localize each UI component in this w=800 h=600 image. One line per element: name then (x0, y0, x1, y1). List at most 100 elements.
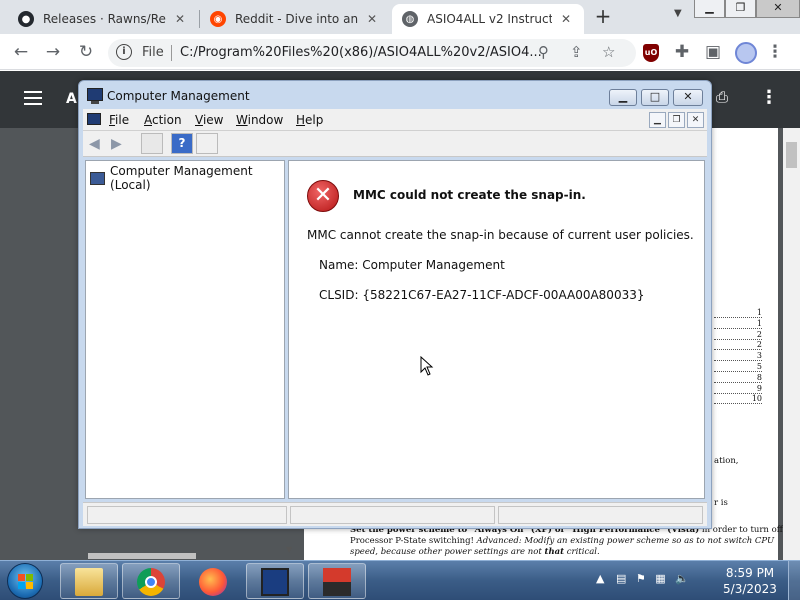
forward-arrow-icon[interactable]: ▶ (111, 136, 128, 152)
back-arrow-icon[interactable]: ◀ (89, 136, 106, 152)
address-bar[interactable]: i File C:/Program%20Files%20(x86)/ASIO4A… (108, 39, 636, 67)
console-icon[interactable] (87, 113, 101, 125)
pdf-bullet-line: Processor P-State switching! Advanced: M… (350, 536, 775, 546)
forward-icon[interactable]: → (42, 41, 64, 63)
url-text[interactable]: C:/Program%20Files%20(x86)/ASIO4ALL%20v2… (180, 45, 542, 60)
computer-management-window: Computer Management ▁ □ ✕ File Action Vi… (78, 80, 712, 529)
mmc-menu-bar: File Action View Window Help ▁ ❐ ✕ (83, 109, 707, 131)
mmc-title-bar[interactable]: Computer Management ▁ □ ✕ (79, 81, 711, 109)
mmc-status-bar (83, 502, 707, 526)
show-hide-console-tree-icon[interactable] (141, 133, 163, 154)
status-cell (290, 506, 495, 524)
system-tray: ▲ ▤ ⚑ ▦ 🔈 (596, 572, 689, 585)
taskbar-computer-management[interactable] (246, 563, 304, 599)
computer-icon (90, 171, 106, 185)
menu-icon[interactable] (24, 91, 42, 105)
mouse-cursor-icon (420, 356, 434, 376)
menu-action[interactable]: Action (144, 113, 182, 127)
screen: ● Releases · Rawns/Reddit ✕ ◉ Reddit - D… (0, 0, 800, 600)
network-icon[interactable]: ▦ (655, 572, 665, 585)
taskbar-firefox[interactable] (184, 563, 242, 599)
toc-entry: 9 (714, 384, 762, 394)
toc-entry: 5 (714, 362, 762, 372)
globe-icon: ◍ (402, 11, 418, 27)
toc-entry: 1 (714, 308, 762, 318)
volume-icon[interactable]: 🔈 (675, 572, 689, 585)
print-icon[interactable]: ⎙ (716, 88, 736, 106)
reload-icon[interactable]: ↻ (75, 41, 97, 63)
scrollbar-thumb[interactable] (786, 142, 797, 168)
show-hidden-icons-icon[interactable]: ▲ (596, 572, 604, 585)
menu-help[interactable]: Help (296, 113, 323, 127)
pdf-horizontal-scrollbar[interactable] (88, 553, 196, 559)
mmc-window-title: Computer Management (107, 89, 250, 103)
site-info-icon[interactable]: i (116, 44, 132, 60)
reddit-icon: ◉ (210, 11, 226, 27)
firefox-icon (199, 568, 227, 596)
taskbar-image-viewer[interactable] (308, 563, 366, 599)
pdf-text-fragment: ation, (714, 456, 739, 466)
extensions-icon[interactable]: ✚ (671, 41, 693, 63)
mmc-toolbar: ◀ ▶ ? (83, 131, 707, 157)
close-tab-icon[interactable]: ✕ (558, 12, 574, 26)
mmc-minimize-button[interactable]: ▁ (609, 89, 637, 106)
pdf-bullet-line: speed, because other power settings are … (350, 547, 600, 557)
taskbar-clock[interactable]: 8:59 PM 5/3/2023 (718, 565, 782, 597)
tab-search-chevron-icon[interactable]: ▼ (674, 8, 682, 19)
scroll-down-arrow-icon[interactable]: ▼ (286, 545, 292, 554)
menu-window[interactable]: Window (236, 113, 283, 127)
windows-logo-icon (18, 574, 33, 589)
child-restore-button[interactable]: ❐ (668, 112, 685, 128)
menu-file[interactable]: File (109, 113, 129, 127)
restore-button[interactable]: ❐ (725, 0, 756, 18)
close-tab-icon[interactable]: ✕ (172, 12, 188, 26)
child-minimize-button[interactable]: ▁ (649, 112, 666, 128)
toc-entry: 8 (714, 373, 762, 383)
tab-asio4all[interactable]: ◍ ASIO4ALL v2 Instruction ✕ (392, 4, 584, 34)
pdf-text-fragment: r is (714, 498, 728, 508)
chrome-icon (137, 568, 165, 596)
help-icon[interactable]: ? (171, 133, 193, 154)
tab-reddit[interactable]: ◉ Reddit - Dive into anything ✕ (200, 4, 390, 34)
new-tab-button[interactable]: + (592, 6, 614, 28)
close-window-button[interactable]: ✕ (756, 0, 800, 18)
clock-date: 5/3/2023 (723, 582, 777, 596)
tab-releases[interactable]: ● Releases · Rawns/Reddit ✕ (8, 4, 198, 34)
toc-entry: 3 (714, 351, 762, 361)
more-options-icon[interactable]: ⋮ (760, 87, 778, 108)
scheme-label: File (142, 45, 164, 60)
show-desktop-button[interactable] (788, 561, 800, 600)
share-icon[interactable]: ⇪ (570, 43, 583, 61)
snapin-clsid: CLSID: {58221C67-EA27-11CF-ADCF-00AA00A8… (319, 288, 645, 302)
menu-view[interactable]: View (195, 113, 223, 127)
ublock-extension-icon[interactable]: uO (643, 44, 659, 62)
error-pane: ✕ MMC could not create the snap-in. MMC … (288, 160, 705, 499)
computer-management-icon (261, 568, 289, 596)
profile-avatar[interactable] (735, 42, 757, 64)
chrome-menu-icon[interactable]: ⋮ (764, 41, 786, 63)
minimize-button[interactable]: ▁ (694, 0, 725, 18)
status-cell (87, 506, 287, 524)
pdf-title: A (66, 91, 77, 107)
pdf-vertical-scrollbar[interactable] (783, 128, 800, 560)
toc-entry: 2 (714, 330, 762, 340)
mmc-close-button[interactable]: ✕ (673, 89, 703, 106)
zoom-icon[interactable]: ⚲ (538, 43, 549, 61)
bookmark-star-icon[interactable]: ☆ (602, 43, 615, 61)
action-center-flag-icon[interactable]: ⚑ (636, 572, 646, 585)
snapin-name: Name: Computer Management (319, 258, 505, 272)
mmc-maximize-button[interactable]: □ (641, 89, 669, 106)
side-panel-icon[interactable]: ▣ (702, 41, 724, 63)
back-icon[interactable]: ← (10, 41, 32, 63)
close-tab-icon[interactable]: ✕ (364, 12, 380, 26)
taskbar-file-explorer[interactable] (60, 563, 118, 599)
show-hide-action-pane-icon[interactable] (196, 133, 218, 154)
toc-entry: 2 (714, 340, 762, 350)
usb-icon[interactable]: ▤ (616, 572, 626, 585)
taskbar-chrome[interactable] (122, 563, 180, 599)
tree-node-root[interactable]: Computer Management (Local) (90, 164, 284, 192)
start-button[interactable] (7, 563, 43, 599)
computer-management-icon (87, 88, 103, 104)
status-cell (498, 506, 703, 524)
child-close-button[interactable]: ✕ (687, 112, 704, 128)
